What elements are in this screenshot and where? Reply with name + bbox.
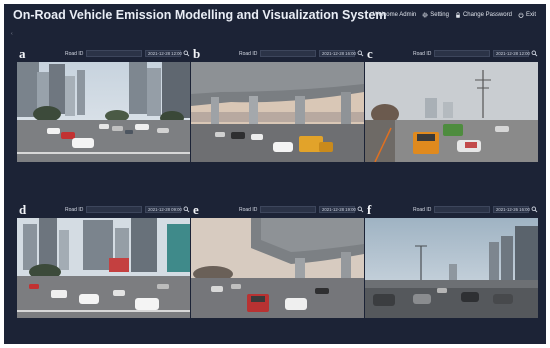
back-marker[interactable]: ‹ (11, 31, 13, 37)
search-icon[interactable] (357, 206, 364, 213)
datetime-field[interactable]: 2021-12-26 16:00 (493, 206, 530, 213)
scene-under-overpass-2 (191, 218, 364, 318)
camera-image-d (17, 218, 190, 318)
top-nav: Welcome Admin Setting Change Password Ex… (373, 12, 536, 18)
scene-city-intersection (17, 62, 190, 162)
panel-letter: b (193, 46, 201, 61)
datetime-field[interactable]: 2021-12-28 09:00 (145, 206, 182, 213)
search-icon[interactable] (357, 50, 364, 57)
scene-under-overpass (191, 62, 364, 162)
panel-header: d Road ID 2021-12-28 09:00 (17, 202, 190, 218)
road-id-label: Road ID (413, 51, 432, 57)
app-window: On-Road Vehicle Emission Modelling and V… (4, 4, 546, 344)
panel-header: b Road ID 2021-12-28 16:00 (191, 46, 364, 62)
search-icon[interactable] (183, 50, 190, 57)
lock-icon (456, 12, 460, 18)
road-id-input[interactable] (260, 206, 316, 213)
datetime-field[interactable]: 2021-12-28 16:00 (319, 50, 356, 57)
search-icon[interactable] (183, 206, 190, 213)
search-icon[interactable] (531, 206, 538, 213)
panel-header: e Road ID 2021-12-28 19:00 (191, 202, 364, 218)
scene-highway-towers (365, 218, 538, 318)
panel-letter: f (367, 202, 372, 217)
datetime-field[interactable]: 2021-12-28 19:00 (319, 206, 356, 213)
road-id-input[interactable] (86, 206, 142, 213)
setting-label: Setting (430, 12, 449, 18)
panel-header: a Road ID 2021-12-28 12:00 (17, 46, 190, 62)
panel-letter: e (193, 202, 199, 217)
welcome-text: Welcome Admin (373, 12, 417, 18)
road-id-label: Road ID (65, 207, 84, 213)
panel-header: c Road ID 2021-12-28 12:00 (365, 46, 538, 62)
power-icon (518, 12, 524, 18)
panel-letter: c (367, 46, 373, 61)
app-title: On-Road Vehicle Emission Modelling and V… (13, 8, 387, 22)
panel-letter: d (19, 202, 27, 217)
setting-button[interactable]: Setting (422, 12, 449, 18)
gear-icon (422, 12, 428, 18)
road-id-label: Road ID (65, 51, 84, 57)
road-id-label: Road ID (413, 207, 432, 213)
road-id-input[interactable] (434, 50, 490, 57)
scene-trucks-road (365, 62, 538, 162)
search-icon[interactable] (531, 50, 538, 57)
road-id-label: Road ID (239, 207, 258, 213)
camera-image-f (365, 218, 538, 318)
top-bar: On-Road Vehicle Emission Modelling and V… (4, 4, 546, 30)
road-id-label: Road ID (239, 51, 258, 57)
camera-image-e (191, 218, 364, 318)
panel-letter: a (19, 46, 26, 61)
road-id-input[interactable] (434, 206, 490, 213)
camera-image-b (191, 62, 364, 162)
camera-image-c (365, 62, 538, 162)
change-password-label: Change Password (462, 12, 512, 18)
road-id-input[interactable] (86, 50, 142, 57)
panel-header: f Road ID 2021-12-26 16:00 (365, 202, 538, 218)
datetime-field[interactable]: 2021-12-28 12:00 (145, 50, 182, 57)
datetime-field[interactable]: 2021-12-28 12:00 (493, 50, 530, 57)
scene-city-intersection-2 (17, 218, 190, 318)
camera-image-a (17, 62, 190, 162)
exit-label: Exit (525, 12, 536, 18)
change-password-button[interactable]: Change Password (455, 12, 512, 18)
exit-button[interactable]: Exit (518, 12, 536, 18)
road-id-input[interactable] (260, 50, 316, 57)
